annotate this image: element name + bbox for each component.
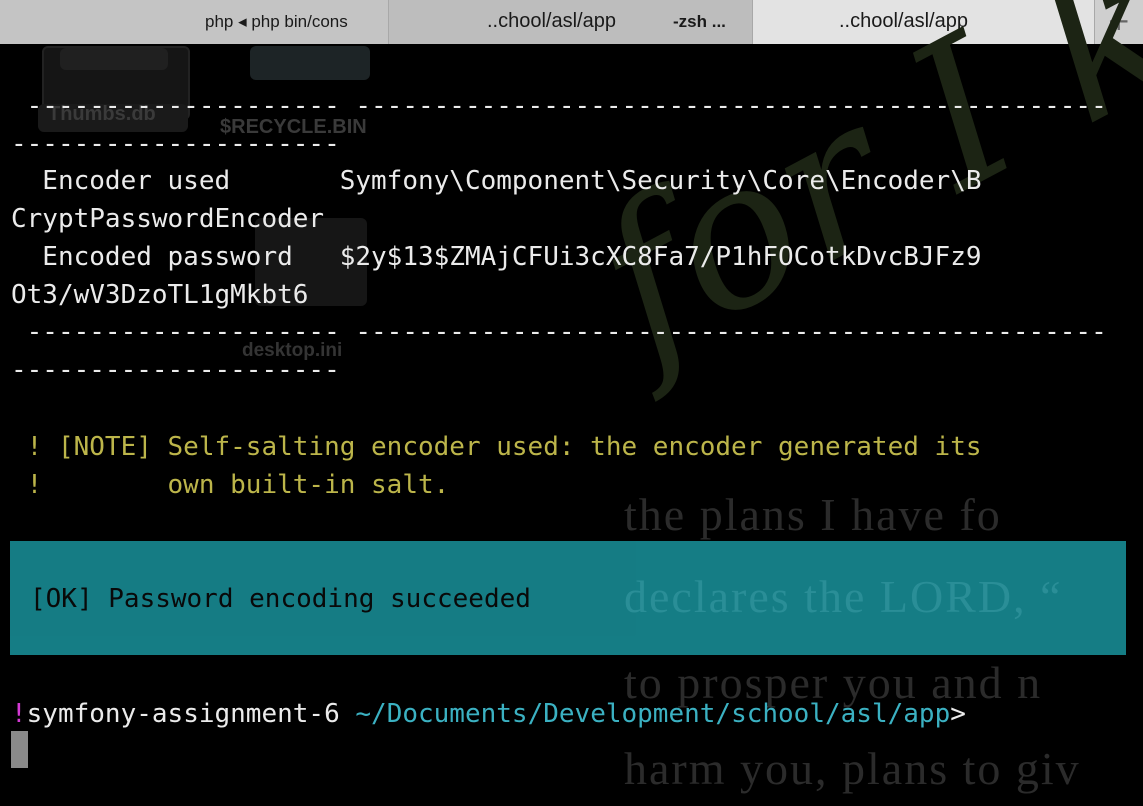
encoder-used-row: Encoder used Symfony\Component\Security\…	[11, 166, 982, 196]
shell-prompt: !symfony-assignment-6 ~/Documents/Develo…	[11, 696, 966, 732]
wallpaper-verse-line-2: declares the LORD, “	[624, 571, 1063, 622]
tab-zsh-app[interactable]: ..chool/asl/app -zsh ...	[389, 0, 753, 44]
wallpaper-verse-line-1: the plans I have fo	[624, 489, 1002, 540]
desktop-file-icon-inner	[60, 48, 168, 70]
encoder-used-row-wrap: CryptPasswordEncoder	[11, 204, 325, 234]
table-rule-top-wrap: ---------------------	[11, 129, 340, 159]
terminal-cursor[interactable]	[11, 731, 28, 768]
table-rule-bottom-wrap: ---------------------	[11, 355, 340, 385]
encoded-password-row: Encoded password $2y$13$ZMAjCFUi3cXC8Fa7…	[11, 242, 982, 272]
prompt-bang: !	[11, 699, 27, 729]
prompt-path: ~/Documents/Development/school/asl/app	[355, 699, 951, 729]
tab-php-console[interactable]: php ◂ php bin/cons	[0, 0, 389, 44]
tab-secondary-label: -zsh ...	[673, 12, 726, 31]
prompt-symbol: >	[950, 699, 966, 729]
encoded-password-row-wrap: Ot3/wV3DzoTL1gMkbt6	[11, 280, 309, 310]
wallpaper-verse-line-4: harm you, plans to giv	[624, 743, 1081, 794]
table-rule-top: -------------------- -------------------…	[11, 91, 1107, 121]
table-rule-bottom: -------------------- -------------------…	[11, 317, 1107, 347]
tab-label: php ◂ php bin/cons	[205, 12, 348, 31]
note-line-2: ! own built-in salt.	[11, 470, 450, 500]
success-message: [OK] Password encoding succeeded	[30, 584, 531, 614]
note-line-1: ! [NOTE] Self-salting encoder used: the …	[11, 432, 982, 462]
recycle-bin-icon	[250, 46, 370, 80]
tab-label: ..chool/asl/app	[487, 10, 616, 32]
prompt-project: symfony-assignment-6	[26, 699, 356, 729]
